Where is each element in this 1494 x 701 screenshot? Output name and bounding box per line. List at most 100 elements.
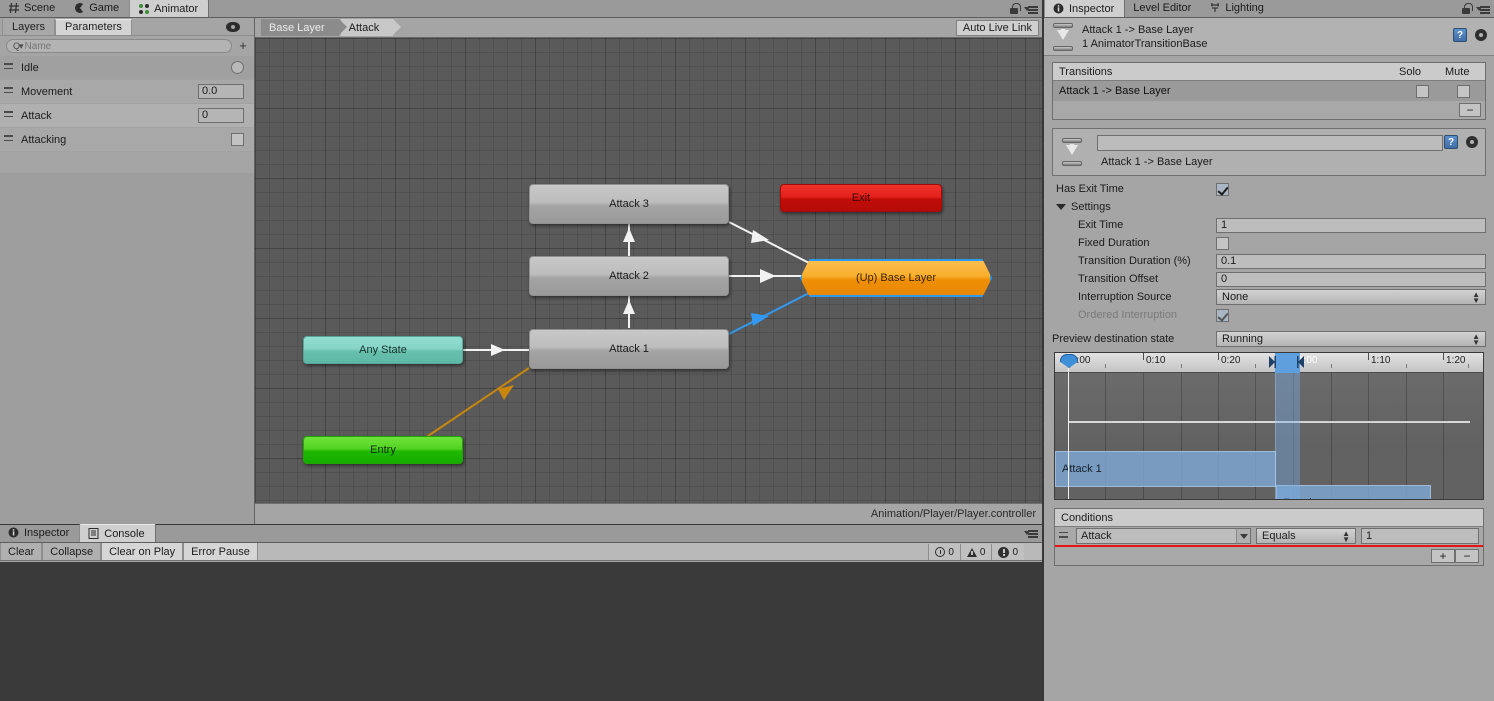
window-menu-icon[interactable] <box>1024 4 1038 14</box>
remove-condition-button[interactable]: − <box>1455 549 1479 563</box>
graph-node-up-base-layer[interactable]: (Up) Base Layer <box>800 259 992 297</box>
timeline-tick-label: 0:10 <box>1146 355 1166 366</box>
transition-preview-timeline[interactable]: 0:00 0:10 0:20 1:00 1:10 1:20 Attack 1 <box>1054 352 1484 500</box>
graph-node-label: Any State <box>359 344 407 356</box>
has-exit-time-checkbox[interactable] <box>1216 182 1229 196</box>
parameter-row-attack[interactable]: Attack 0 <box>0 104 254 128</box>
timeline-tick-label: 0:20 <box>1221 355 1241 366</box>
timeline-transition-range[interactable] <box>1275 373 1300 499</box>
graph-node-any-state[interactable]: Any State <box>303 336 463 364</box>
breadcrumb-attack-label: Attack <box>348 21 380 34</box>
fixed-duration-checkbox[interactable] <box>1216 236 1229 250</box>
parameter-row-movement[interactable]: Movement 0.0 <box>0 80 254 104</box>
eye-icon[interactable] <box>226 22 240 32</box>
animator-icon <box>138 3 150 15</box>
settings-foldout[interactable]: Settings <box>1044 198 1494 216</box>
tab-inspector[interactable]: Inspector <box>1044 0 1126 17</box>
gear-icon[interactable] <box>1465 135 1479 149</box>
help-icon[interactable]: ? <box>1444 135 1458 149</box>
int-value-field[interactable]: 0 <box>198 108 244 123</box>
condition-operator-dropdown[interactable]: Equals ▲ ▼ <box>1256 528 1356 544</box>
transition-icon <box>1050 22 1076 51</box>
transition-offset-field[interactable]: 0 <box>1216 271 1486 287</box>
lock-icon[interactable] <box>1461 3 1473 15</box>
mute-checkbox[interactable] <box>1456 84 1470 98</box>
tab-scene[interactable]: Scene <box>0 0 65 17</box>
condition-parameter-value: Attack <box>1081 530 1112 542</box>
clear-button[interactable]: Clear <box>0 543 43 560</box>
drag-handle-icon[interactable] <box>4 87 16 96</box>
parameter-row-attacking[interactable]: Attacking <box>0 128 254 152</box>
tab-game[interactable]: Game <box>65 0 129 17</box>
auto-live-link-button[interactable]: Auto Live Link <box>955 20 1039 36</box>
transition-detail-header: Attack 1 -> Base Layer ? <box>1052 128 1486 176</box>
breadcrumb-attack[interactable]: Attack <box>340 19 401 36</box>
transition-end-handle-icon[interactable] <box>1297 356 1304 368</box>
graph-node-attack-3[interactable]: Attack 3 <box>529 184 729 224</box>
tab-level-editor[interactable]: Level Editor <box>1125 0 1201 17</box>
tab-console[interactable]: Console <box>79 524 156 542</box>
state-machine-canvas[interactable]: Attack 3 Attack 2 Attack 1 Any State Ent… <box>255 38 1042 503</box>
tab-lighting[interactable]: Lighting <box>1201 0 1274 17</box>
info-icon <box>1053 3 1065 15</box>
conditions-footer: + − <box>1055 547 1483 565</box>
bool-checkbox[interactable] <box>231 133 244 146</box>
lock-icon[interactable] <box>1009 3 1021 15</box>
trigger-radio[interactable] <box>231 61 244 74</box>
drag-handle-icon[interactable] <box>1059 531 1071 541</box>
solo-checkbox[interactable] <box>1415 84 1429 98</box>
tab-animator[interactable]: Animator <box>129 0 210 17</box>
search-input[interactable]: Q▾ Name <box>6 39 232 53</box>
clear-on-play-button[interactable]: Clear on Play <box>101 543 184 560</box>
info-count-badge[interactable]: 0 <box>991 544 1024 560</box>
graph-node-attack-1[interactable]: Attack 1 <box>529 329 729 369</box>
graph-node-attack-2[interactable]: Attack 2 <box>529 256 729 296</box>
window-menu-icon[interactable] <box>1476 4 1490 14</box>
tab-inspector-bottom[interactable]: Inspector <box>0 524 79 542</box>
float-value-field[interactable]: 0.0 <box>198 84 244 99</box>
add-parameter-button[interactable]: + <box>236 39 250 52</box>
exit-time-row: Exit Time 1 <box>1044 216 1494 234</box>
timeline-clip-source[interactable]: Attack 1 <box>1055 451 1276 487</box>
exit-time-field[interactable]: 1 <box>1216 217 1486 233</box>
graph-node-entry[interactable]: Entry <box>303 436 463 464</box>
preview-destination-dropdown[interactable]: Running ▲ ▼ <box>1216 331 1486 347</box>
drag-handle-icon[interactable] <box>4 63 16 72</box>
collapse-button[interactable]: Collapse <box>42 543 102 560</box>
condition-value-field[interactable]: 1 <box>1361 528 1479 544</box>
parameter-name: Movement <box>21 85 73 98</box>
gear-icon[interactable] <box>1474 28 1488 42</box>
tab-animator-label: Animator <box>154 2 199 15</box>
remove-transition-button[interactable]: − <box>1459 103 1481 117</box>
drag-handle-icon[interactable] <box>4 135 16 144</box>
inspector-window: Inspector Level Editor Lighting Attack 1… <box>1044 0 1494 701</box>
help-icon[interactable]: ? <box>1453 28 1467 42</box>
condition-parameter-dropdown[interactable]: Attack <box>1076 528 1251 544</box>
timeline-playhead[interactable] <box>1068 353 1069 499</box>
graph-node-label: Attack 3 <box>609 198 649 210</box>
interruption-source-row: Interruption Source None ▲ ▼ <box>1044 288 1494 306</box>
search-placeholder: Name <box>24 40 52 52</box>
subtab-parameters[interactable]: Parameters <box>55 18 132 35</box>
drag-handle-icon[interactable] <box>4 111 16 120</box>
add-condition-button[interactable]: + <box>1431 549 1455 563</box>
parameter-row-idle[interactable]: Idle <box>0 56 254 80</box>
table-row[interactable]: Attack 1 -> Base Layer <box>1053 81 1485 101</box>
error-pause-button[interactable]: Error Pause <box>183 543 258 560</box>
window-menu-icon[interactable] <box>1024 528 1038 538</box>
warning-count-badge[interactable]: 0 <box>959 544 992 560</box>
breadcrumb-base-layer[interactable]: Base Layer <box>261 19 347 36</box>
console-log-area[interactable] <box>0 562 1042 701</box>
timeline-body[interactable]: Attack 1 Running <box>1055 373 1483 499</box>
interruption-source-dropdown[interactable]: None ▲ ▼ <box>1216 289 1486 305</box>
parameter-name: Attacking <box>21 133 67 146</box>
subtab-layers[interactable]: Layers <box>2 18 56 35</box>
graph-node-exit[interactable]: Exit <box>780 184 942 212</box>
error-count-badge[interactable]: 0 <box>928 544 960 560</box>
transition-duration-field[interactable]: 0.1 <box>1216 253 1486 269</box>
parameter-name: Idle <box>21 61 39 74</box>
inspector-empty-area <box>1044 602 1494 701</box>
transition-name-field[interactable] <box>1097 135 1443 151</box>
transition-start-handle-icon[interactable] <box>1269 356 1276 368</box>
preview-destination-value: Running <box>1222 333 1263 345</box>
